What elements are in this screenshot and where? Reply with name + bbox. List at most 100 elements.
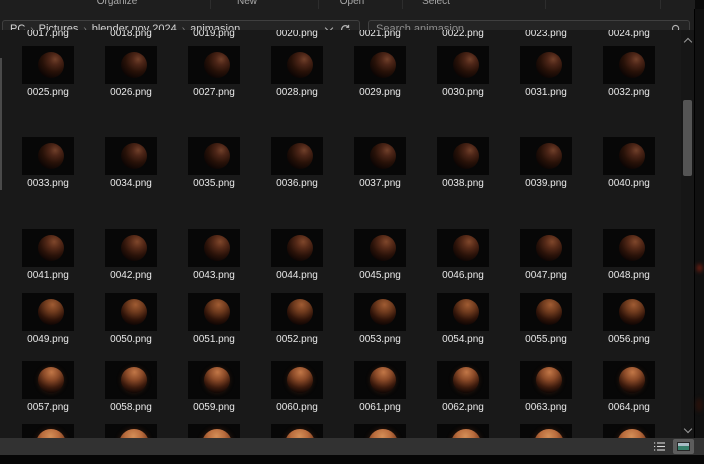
file-thumbnail[interactable] (437, 293, 489, 331)
file-thumbnail[interactable] (603, 293, 655, 331)
planet-render (204, 143, 230, 169)
file-name-label: 0039.png (511, 178, 581, 189)
file-thumbnail[interactable] (520, 137, 572, 175)
file-thumbnail[interactable] (437, 361, 489, 399)
planet-render (370, 367, 396, 393)
file-thumbnail[interactable] (188, 361, 240, 399)
file-thumbnail[interactable] (105, 293, 157, 331)
file-name-label: 0038.png (428, 178, 498, 189)
file-thumbnail[interactable] (354, 229, 406, 267)
planet-render (121, 299, 147, 325)
file-thumbnail[interactable] (520, 361, 572, 399)
file-thumbnail[interactable] (354, 361, 406, 399)
file-name-label: 0059.png (179, 402, 249, 413)
planet-render (451, 429, 481, 438)
file-thumbnail[interactable] (520, 46, 572, 84)
file-thumbnail[interactable] (354, 46, 406, 84)
planet-render (121, 235, 147, 261)
file-thumbnail[interactable] (188, 424, 240, 438)
planet-render (370, 52, 396, 78)
planet-render (619, 143, 645, 169)
file-thumbnail[interactable] (271, 46, 323, 84)
details-view-button[interactable] (651, 440, 668, 454)
command-organize[interactable]: Organize (97, 0, 138, 7)
file-thumbnail[interactable] (188, 137, 240, 175)
file-thumbnail[interactable] (22, 361, 74, 399)
file-thumbnail[interactable] (105, 361, 157, 399)
file-thumbnail[interactable] (271, 229, 323, 267)
command-bar: Organize New Open Select (0, 0, 704, 9)
file-name-label: 0052.png (262, 334, 332, 345)
file-thumbnail[interactable] (271, 424, 323, 438)
file-thumbnail[interactable] (22, 424, 74, 438)
planet-render (202, 429, 232, 438)
file-thumbnail[interactable] (603, 424, 655, 438)
file-thumbnail[interactable] (603, 229, 655, 267)
file-thumbnail[interactable] (105, 229, 157, 267)
planet-render (287, 143, 313, 169)
planet-render (370, 143, 396, 169)
file-thumbnail[interactable] (188, 293, 240, 331)
file-name-label: 0028.png (262, 87, 332, 98)
file-thumbnail[interactable] (188, 229, 240, 267)
command-select[interactable]: Select (422, 0, 450, 7)
file-thumbnail[interactable] (271, 361, 323, 399)
planet-render (287, 235, 313, 261)
file-name-label: 0033.png (13, 178, 83, 189)
planet-render (38, 299, 64, 325)
file-thumbnail[interactable] (22, 46, 74, 84)
file-thumbnail[interactable] (520, 229, 572, 267)
planet-render (536, 299, 562, 325)
scrollbar-thumb[interactable] (683, 100, 692, 176)
ribbon-separator (545, 0, 546, 9)
command-open[interactable]: Open (340, 0, 364, 7)
file-thumbnail[interactable] (271, 293, 323, 331)
command-new[interactable]: New (237, 0, 257, 7)
file-thumbnail[interactable] (188, 46, 240, 84)
file-thumbnail[interactable] (105, 46, 157, 84)
file-thumbnail[interactable] (520, 424, 572, 438)
ribbon-separator (318, 0, 319, 9)
planet-render (370, 299, 396, 325)
background-glow (696, 398, 702, 412)
file-thumbnail[interactable] (22, 137, 74, 175)
planet-render (204, 299, 230, 325)
navigation-toolbar: PC › Pictures › blender nov 2024 › anima… (0, 9, 704, 30)
planet-render (536, 52, 562, 78)
planet-render (619, 235, 645, 261)
file-thumbnail[interactable] (105, 424, 157, 438)
file-name-label: 0019.png (179, 30, 249, 39)
planet-render (619, 367, 645, 393)
planet-render (453, 299, 479, 325)
file-thumbnail[interactable] (437, 424, 489, 438)
file-thumbnail[interactable] (271, 137, 323, 175)
file-explorer-window: Organize New Open Select PC › Pictures ›… (0, 0, 704, 464)
file-thumbnail[interactable] (437, 46, 489, 84)
file-thumbnail[interactable] (22, 229, 74, 267)
ribbon-separator (660, 0, 661, 9)
file-thumbnail[interactable] (22, 293, 74, 331)
file-name-label: 0054.png (428, 334, 498, 345)
file-name-label: 0053.png (345, 334, 415, 345)
file-thumbnail[interactable] (354, 424, 406, 438)
planet-render (36, 429, 66, 438)
nav-pane-scrollbar-sliver[interactable] (0, 58, 2, 190)
file-thumbnail[interactable] (354, 293, 406, 331)
file-thumbnail[interactable] (603, 46, 655, 84)
file-thumbnail[interactable] (437, 137, 489, 175)
planet-render (285, 429, 315, 438)
file-thumbnail[interactable] (354, 137, 406, 175)
file-thumbnail[interactable] (603, 137, 655, 175)
ribbon-separator (402, 0, 403, 9)
file-thumbnail[interactable] (437, 229, 489, 267)
window-corner (695, 0, 704, 9)
file-thumbnail[interactable] (603, 361, 655, 399)
file-grid: 0017.png0018.png0019.png0020.png0021.png… (0, 30, 704, 438)
file-name-label: 0042.png (96, 270, 166, 281)
thumbnail-view-button[interactable] (673, 439, 694, 454)
details-view-icon (653, 441, 666, 452)
file-thumbnail[interactable] (520, 293, 572, 331)
planet-render (453, 367, 479, 393)
file-thumbnail[interactable] (105, 137, 157, 175)
vertical-scrollbar[interactable] (681, 30, 694, 438)
